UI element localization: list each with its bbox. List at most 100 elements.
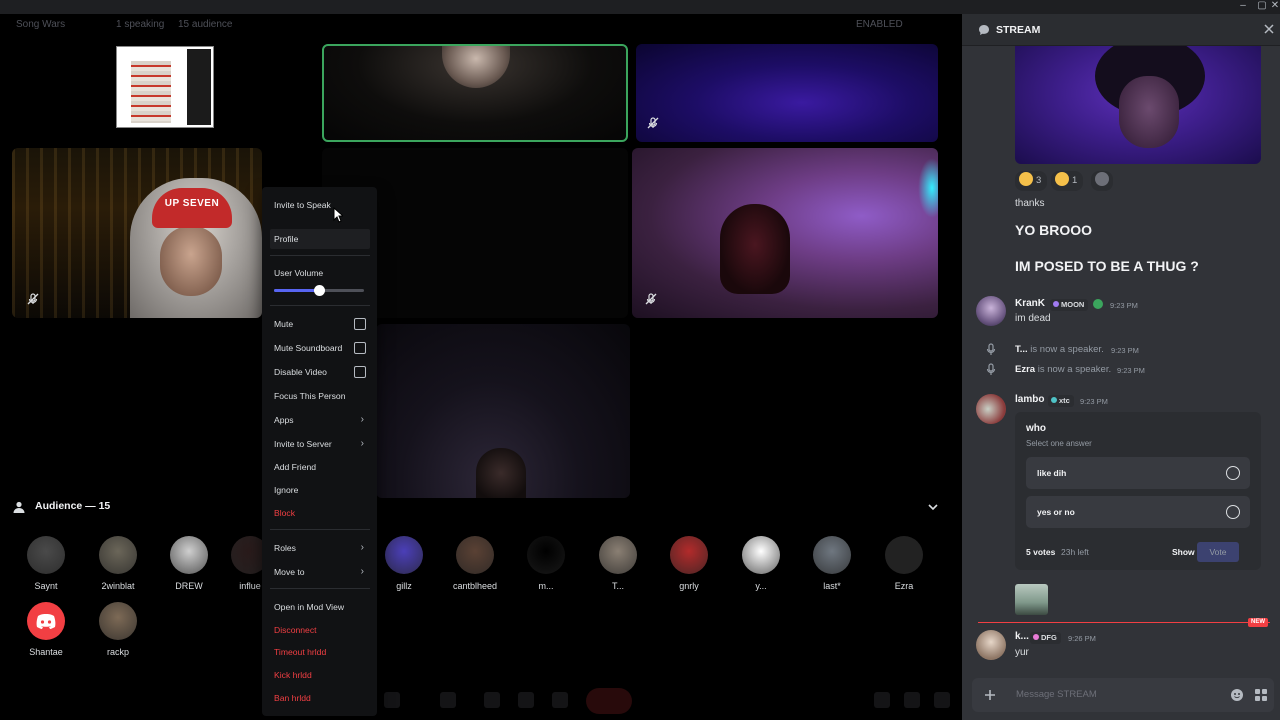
minimize-button[interactable]: – xyxy=(1234,0,1252,14)
poll-radio[interactable] xyxy=(1226,466,1240,480)
add-reaction-button[interactable] xyxy=(1091,171,1113,191)
menu-item-add-friend[interactable]: Add Friend xyxy=(270,457,370,477)
avatar[interactable] xyxy=(599,536,637,574)
participant-video xyxy=(442,46,510,88)
vote-button[interactable]: Vote xyxy=(1197,542,1239,562)
menu-item-invite-to-speak[interactable]: Invite to Speak xyxy=(270,195,370,215)
video-tile[interactable] xyxy=(376,324,630,498)
mute-checkbox[interactable] xyxy=(354,318,366,330)
close-window-button[interactable]: ✕ xyxy=(1270,0,1280,14)
audience-member[interactable]: T... xyxy=(588,536,648,591)
hand-icon[interactable] xyxy=(518,692,534,708)
message-input[interactable]: Message STREAM xyxy=(1016,689,1097,700)
user-context-menu: Invite to Speak Profile User Volume Mute… xyxy=(262,187,377,716)
audience-member[interactable]: Ezra xyxy=(874,536,934,591)
audience-member[interactable]: DREW xyxy=(159,536,219,591)
audience-member[interactable]: Shantae xyxy=(16,602,76,657)
menu-item-profile[interactable]: Profile xyxy=(270,229,370,249)
role-badge: MOON xyxy=(1050,299,1089,311)
menu-item-apps[interactable]: Apps › xyxy=(270,410,370,430)
avatar[interactable] xyxy=(670,536,708,574)
popout-icon[interactable] xyxy=(904,692,920,708)
video-tile[interactable]: UP SEVEN xyxy=(12,148,262,318)
menu-item-roles[interactable]: Roles › xyxy=(270,538,370,558)
avatar[interactable] xyxy=(527,536,565,574)
audience-member[interactable]: m... xyxy=(516,536,576,591)
soundboard-icon[interactable] xyxy=(484,692,500,708)
audience-member[interactable]: cantblheed xyxy=(445,536,505,591)
close-icon[interactable] xyxy=(1262,22,1276,36)
avatar[interactable] xyxy=(170,536,208,574)
menu-item-disconnect[interactable]: Disconnect xyxy=(270,620,370,640)
poll-option[interactable]: yes or no xyxy=(1026,496,1250,528)
menu-item-invite-to-server[interactable]: Invite to Server › xyxy=(270,434,370,454)
leave-stage-button[interactable] xyxy=(586,688,632,714)
menu-item-kick[interactable]: Kick hrldd xyxy=(270,665,370,685)
reaction-laughing[interactable]: 1 xyxy=(1051,171,1084,191)
mic-icon[interactable] xyxy=(384,692,400,708)
audience-member[interactable]: gillz xyxy=(374,536,434,591)
chevron-down-icon[interactable] xyxy=(926,500,940,514)
avatar[interactable] xyxy=(742,536,780,574)
menu-item-open-mod-view[interactable]: Open in Mod View xyxy=(270,597,370,617)
audience-member[interactable]: Saynt xyxy=(16,536,76,591)
message-author[interactable]: k... xyxy=(1015,631,1029,642)
avatar[interactable] xyxy=(99,602,137,640)
avatar[interactable] xyxy=(27,602,65,640)
avatar[interactable] xyxy=(99,536,137,574)
badge-label: MOON xyxy=(1061,300,1085,309)
menu-item-timeout[interactable]: Timeout hrldd xyxy=(270,642,370,662)
audience-member[interactable]: gnrly xyxy=(659,536,719,591)
video-tile-speaking[interactable] xyxy=(322,44,628,142)
avatar[interactable] xyxy=(27,536,65,574)
maximize-button[interactable]: ▢ xyxy=(1253,0,1271,14)
speaker-name[interactable]: T... xyxy=(1015,344,1028,355)
menu-item-disable-video[interactable]: Disable Video xyxy=(270,362,370,382)
avatar[interactable] xyxy=(385,536,423,574)
message-image-thumbnail[interactable] xyxy=(1015,584,1048,615)
screen-share-preview[interactable] xyxy=(116,46,214,128)
menu-item-mute-soundboard[interactable]: Mute Soundboard xyxy=(270,338,370,358)
more-icon[interactable] xyxy=(552,692,568,708)
audience-member[interactable]: last* xyxy=(802,536,862,591)
audience-member[interactable]: y... xyxy=(731,536,791,591)
avatar[interactable] xyxy=(885,536,923,574)
user-volume-slider[interactable] xyxy=(274,285,364,296)
menu-item-mute[interactable]: Mute xyxy=(270,314,370,334)
camera-icon[interactable] xyxy=(440,692,456,708)
avatar[interactable] xyxy=(976,630,1006,660)
message-author[interactable]: KranK xyxy=(1015,298,1045,309)
avatar[interactable] xyxy=(976,394,1006,424)
fullscreen-icon[interactable] xyxy=(934,692,950,708)
menu-item-move-to[interactable]: Move to › xyxy=(270,562,370,582)
avatar[interactable] xyxy=(456,536,494,574)
video-tile[interactable] xyxy=(632,148,938,318)
poll-radio[interactable] xyxy=(1226,505,1240,519)
video-tile[interactable] xyxy=(636,44,938,142)
pin-icon[interactable] xyxy=(874,692,890,708)
emoji-icon[interactable] xyxy=(1230,688,1244,702)
avatar[interactable] xyxy=(813,536,851,574)
plus-icon[interactable] xyxy=(982,687,998,703)
system-message: Ezra is now a speaker. xyxy=(1015,364,1111,375)
audience-member[interactable]: 2winblat xyxy=(88,536,148,591)
apps-icon[interactable] xyxy=(1254,688,1268,702)
stage-title: Song Wars xyxy=(16,19,66,30)
mute-soundboard-checkbox[interactable] xyxy=(354,342,366,354)
menu-item-ignore[interactable]: Ignore xyxy=(270,480,370,500)
volume-knob[interactable] xyxy=(314,285,325,296)
message-composer[interactable]: Message STREAM xyxy=(972,678,1274,712)
menu-item-ban[interactable]: Ban hrldd xyxy=(270,688,370,708)
audience-member[interactable]: rackp xyxy=(88,602,148,657)
disable-video-checkbox[interactable] xyxy=(354,366,366,378)
menu-item-focus[interactable]: Focus This Person xyxy=(270,386,370,406)
menu-item-block[interactable]: Block xyxy=(270,503,370,523)
message-image[interactable] xyxy=(1015,46,1261,164)
reaction-crying[interactable]: 3 xyxy=(1015,171,1048,191)
poll-option[interactable]: like dih xyxy=(1026,457,1250,489)
audience-header[interactable]: Audience — 15 xyxy=(0,496,962,518)
role-badge: xtc xyxy=(1048,395,1074,407)
speaker-name[interactable]: Ezra xyxy=(1015,364,1035,375)
avatar[interactable] xyxy=(976,296,1006,326)
message-author[interactable]: lambo xyxy=(1015,394,1044,405)
